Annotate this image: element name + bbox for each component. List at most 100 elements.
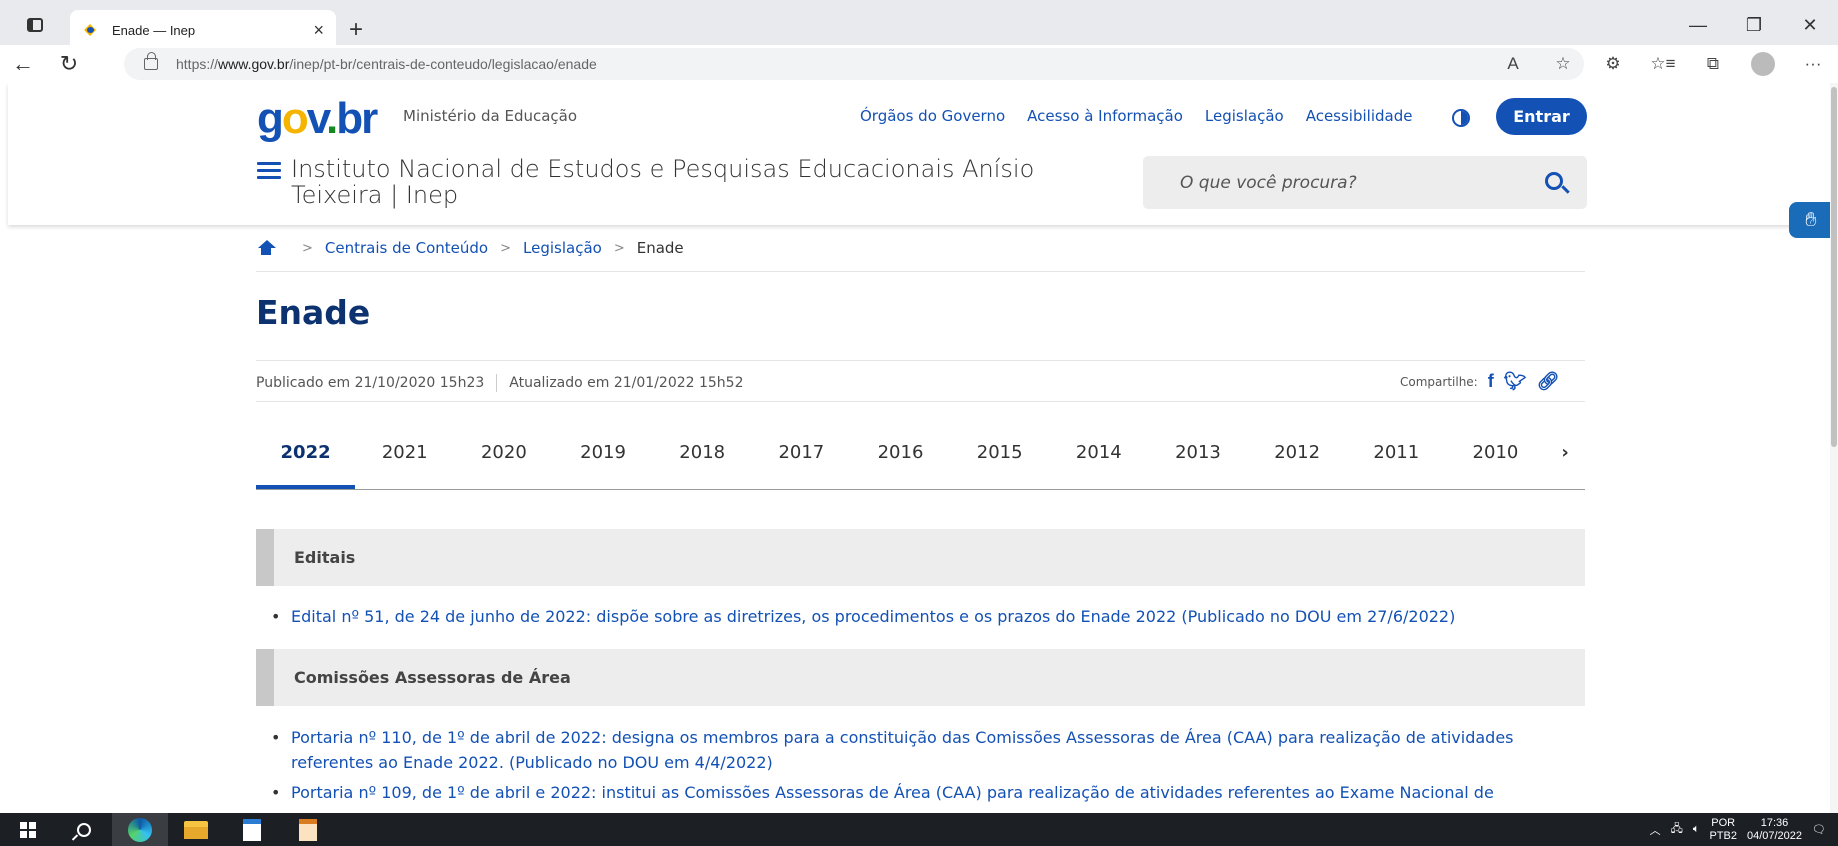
breadcrumb-item[interactable]: Legislação <box>523 239 602 257</box>
tab-2010[interactable]: 2010 <box>1446 435 1545 489</box>
facebook-icon[interactable]: f <box>1488 371 1494 392</box>
add-favorite-icon[interactable]: ☆ <box>1538 54 1588 74</box>
gov-favicon-icon <box>82 24 98 36</box>
page-title: Enade <box>256 293 371 332</box>
breadcrumb-item[interactable]: Centrais de Conteúdo <box>325 239 488 257</box>
govbr-logo[interactable]: gov.br <box>257 97 378 141</box>
search-icon[interactable] <box>1545 172 1563 190</box>
windows-taskbar: ︿ 🖧︎ 🔈︎ POR PTB2 17:36 04/07/2022 🗨︎ <box>0 813 1838 846</box>
taskbar-document[interactable] <box>280 813 336 846</box>
page-meta: Publicado em 21/10/2020 15h23 Atualizado… <box>256 374 744 392</box>
search-placeholder: O que você procura? <box>1180 172 1357 193</box>
page-scrollbar[interactable] <box>1830 83 1838 813</box>
extensions-icon[interactable]: ⚙ <box>1588 54 1638 74</box>
start-button[interactable] <box>0 813 56 846</box>
url-path: /inep/pt-br/centrais-de-conteudo/legisla… <box>289 56 597 72</box>
divider <box>256 401 1585 402</box>
tab-2011[interactable]: 2011 <box>1347 435 1446 489</box>
link-orgaos[interactable]: Órgãos do Governo <box>860 107 1005 125</box>
menu-icon[interactable] <box>257 162 281 180</box>
tab-title: Enade — Inep <box>112 22 196 38</box>
lock-icon <box>144 52 158 70</box>
browser-tab-bar: Enade — Inep × + — ❐ ✕ <box>0 0 1838 50</box>
browser-tab[interactable]: Enade — Inep × <box>70 10 336 50</box>
list-item-link[interactable]: Edital nº 51, de 24 de junho de 2022: di… <box>271 604 1591 629</box>
new-tab-button[interactable]: + <box>336 10 376 50</box>
url-prefix: https:// <box>176 56 219 72</box>
tab-2020[interactable]: 2020 <box>454 435 553 489</box>
notification-icon[interactable]: 🗨︎ <box>1812 823 1826 836</box>
browser-toolbar-icons: A ☆ ⚙ ☆≡ ⧉ ··· <box>1488 45 1838 83</box>
link-acessibilidade[interactable]: Acessibilidade <box>1306 107 1413 125</box>
contrast-icon[interactable] <box>1452 109 1470 127</box>
clock[interactable]: 17:36 04/07/2022 <box>1747 817 1802 843</box>
home-icon[interactable] <box>256 240 276 256</box>
tab-2012[interactable]: 2012 <box>1248 435 1347 489</box>
list-item-link[interactable]: Portaria nº 109, de 1º de abril e 2022: … <box>271 780 1591 805</box>
list-item-link[interactable]: Portaria nº 110, de 1º de abril de 2022:… <box>271 725 1591 775</box>
system-tray: ︿ 🖧︎ 🔈︎ POR PTB2 17:36 04/07/2022 🗨︎ <box>1650 813 1838 846</box>
read-aloud-icon[interactable]: A <box>1488 54 1538 74</box>
link-legislacao[interactable]: Legislação <box>1205 107 1284 125</box>
accessibility-sign-language-icon[interactable]: ✋︎ <box>1789 202 1833 238</box>
input-language[interactable]: POR PTB2 <box>1709 817 1737 843</box>
login-button[interactable]: Entrar <box>1496 98 1587 135</box>
top-links: Órgãos do Governo Acesso à Informação Le… <box>860 107 1412 125</box>
tab-2018[interactable]: 2018 <box>653 435 752 489</box>
chevron-up-icon[interactable]: ︿ <box>1650 822 1661 838</box>
tab-2017[interactable]: 2017 <box>752 435 851 489</box>
favorites-icon[interactable]: ☆≡ <box>1638 54 1688 74</box>
restore-icon[interactable]: ❐ <box>1726 15 1782 36</box>
url-input[interactable]: https://www.gov.br/inep/pt-br/centrais-d… <box>124 48 1584 80</box>
more-menu-icon[interactable]: ··· <box>1788 54 1838 74</box>
tab-2019[interactable]: 2019 <box>553 435 652 489</box>
back-icon[interactable]: ← <box>0 51 46 77</box>
scrollbar-thumb[interactable] <box>1831 87 1837 447</box>
tab-2014[interactable]: 2014 <box>1049 435 1148 489</box>
profile-avatar[interactable] <box>1751 52 1775 76</box>
document-icon <box>299 818 317 841</box>
link-icon[interactable]: 🔗︎ <box>1537 371 1560 392</box>
edge-icon <box>128 817 152 842</box>
tab-2022[interactable]: 2022 <box>256 435 356 489</box>
volume-icon[interactable]: 🔈︎ <box>1693 823 1700 836</box>
share-label: Compartilhe: <box>1400 374 1478 389</box>
taskbar-search-button[interactable] <box>56 813 112 846</box>
tab-close-icon[interactable]: × <box>313 20 324 41</box>
minimize-icon[interactable]: — <box>1670 15 1726 36</box>
taskbar-edge[interactable] <box>112 813 168 846</box>
link-acesso-informacao[interactable]: Acesso à Informação <box>1027 107 1183 125</box>
reload-icon[interactable]: ↻ <box>46 51 92 77</box>
ministry-name: Ministério da Educação <box>403 107 578 125</box>
windows-icon <box>20 821 36 838</box>
window-controls: — ❐ ✕ <box>1670 0 1838 50</box>
divider <box>256 271 1585 272</box>
network-icon[interactable]: 🖧︎ <box>1671 820 1683 839</box>
year-tabs: 2022 2021 2020 2019 2018 2017 2016 2015 … <box>256 435 1585 490</box>
taskbar-notepad[interactable] <box>224 813 280 846</box>
notepad-icon <box>243 818 261 841</box>
tab-actions-button[interactable] <box>0 0 70 50</box>
share-bar: Compartilhe: f 🐦︎ 🔗︎ <box>1400 371 1559 392</box>
taskbar-explorer[interactable] <box>168 813 224 846</box>
tab-2016[interactable]: 2016 <box>851 435 950 489</box>
url-host: www.gov.br <box>218 56 290 72</box>
search-input[interactable]: O que você procura? <box>1143 156 1587 209</box>
tab-2021[interactable]: 2021 <box>355 435 454 489</box>
institute-title: Instituto Nacional de Estudos e Pesquisa… <box>291 155 1035 209</box>
folder-icon <box>184 820 208 839</box>
collections-icon[interactable]: ⧉ <box>1688 54 1738 74</box>
tab-2013[interactable]: 2013 <box>1148 435 1247 489</box>
address-bar: ← ↻ https://www.gov.br/inep/pt-br/centra… <box>0 45 1838 83</box>
web-page: gov.br Ministério da Educação Órgãos do … <box>0 83 1838 813</box>
tab-actions-icon <box>27 18 43 32</box>
site-header: gov.br Ministério da Educação Órgãos do … <box>8 83 1834 225</box>
chevron-right-icon[interactable]: › <box>1545 435 1585 489</box>
divider <box>256 360 1585 361</box>
close-window-icon[interactable]: ✕ <box>1782 15 1838 36</box>
published-date: Publicado em 21/10/2020 15h23 <box>256 375 485 391</box>
twitter-icon[interactable]: 🐦︎ <box>1504 371 1527 392</box>
tab-2015[interactable]: 2015 <box>950 435 1049 489</box>
section-header-editais: Editais <box>256 529 1585 586</box>
search-icon <box>77 822 91 837</box>
